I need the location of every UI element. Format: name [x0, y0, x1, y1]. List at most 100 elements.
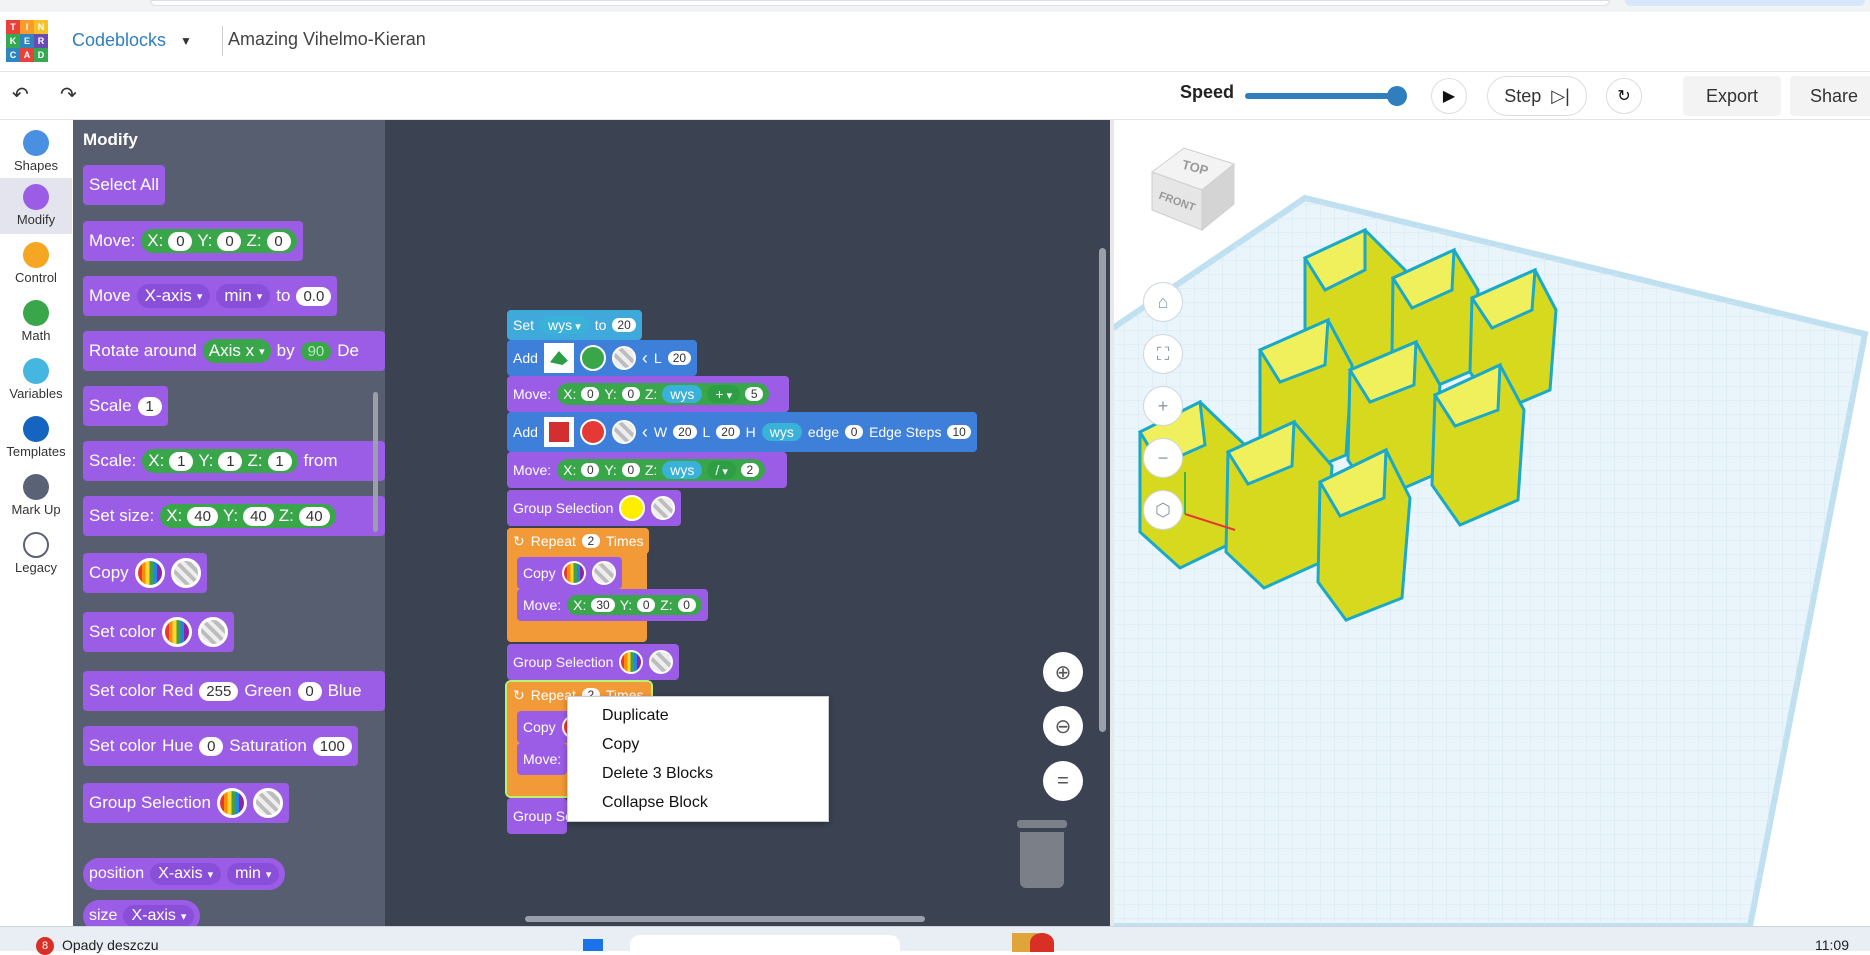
z-input[interactable]: 0: [677, 598, 696, 612]
hole-swatch-icon[interactable]: [198, 617, 229, 647]
reset-button[interactable]: ↻: [1606, 78, 1642, 114]
axis-dropdown[interactable]: X-axis: [150, 863, 222, 885]
x-input[interactable]: 0: [168, 231, 193, 251]
zoom-out-button[interactable]: ⊖: [1043, 706, 1083, 746]
axis-dropdown[interactable]: X-axis: [123, 905, 195, 926]
y-input[interactable]: 0: [621, 463, 640, 477]
group-selection-block-1[interactable]: Group Selection: [507, 490, 682, 526]
move-xyz-block[interactable]: Move: X: 0 Y: 0 Z: 0: [83, 221, 303, 261]
play-button[interactable]: ▶: [1431, 78, 1467, 114]
move-axis-block[interactable]: Move X-axis min to 0.0: [83, 276, 338, 316]
hole-swatch-icon[interactable]: [611, 420, 636, 444]
edge-steps-input[interactable]: 10: [947, 425, 971, 439]
x-input[interactable]: 0: [581, 387, 600, 401]
menu-item-duplicate[interactable]: Duplicate: [602, 707, 669, 725]
red-input[interactable]: 255: [199, 681, 239, 701]
set-color-hsv-block[interactable]: Set color Hue 0 Saturation 100: [83, 726, 358, 766]
3d-viewport[interactable]: TOP FRONT ⌂ ⛶ + − ⬡: [1110, 120, 1870, 926]
chevron-left-icon[interactable]: ‹: [642, 348, 648, 369]
y-input[interactable]: 0: [637, 598, 656, 612]
y-input[interactable]: 40: [243, 506, 274, 526]
operand-input[interactable]: 2: [740, 463, 759, 477]
l-input[interactable]: 20: [667, 351, 692, 365]
z-input[interactable]: 1: [267, 451, 292, 471]
color-swatch-icon[interactable]: [216, 788, 247, 818]
angle-input[interactable]: 90: [300, 341, 332, 361]
select-all-block[interactable]: Select All: [83, 165, 165, 205]
redo-icon[interactable]: ↷: [60, 82, 77, 107]
hole-swatch-icon[interactable]: [649, 650, 674, 674]
zoom-out-view-button[interactable]: −: [1143, 438, 1183, 478]
variable-dropdown[interactable]: wys: [540, 316, 589, 334]
trash-icon[interactable]: [1017, 820, 1067, 890]
export-button[interactable]: Export: [1683, 76, 1781, 116]
color-swatch-icon[interactable]: [619, 495, 646, 521]
roof-shape-icon[interactable]: [543, 343, 574, 373]
category-modify[interactable]: Modify: [0, 178, 72, 234]
search-box[interactable]: [630, 935, 900, 952]
move-block-2[interactable]: Move: X: 0 Y: 0 Z: wys / 2: [507, 452, 787, 488]
w-input[interactable]: 20: [673, 425, 697, 439]
y-input[interactable]: 0: [621, 387, 640, 401]
set-size-block[interactable]: Set size: X: 40 Y: 40 Z: 40: [83, 496, 385, 536]
flyout-scrollbar[interactable]: [373, 392, 378, 532]
menu-item-copy[interactable]: Copy: [602, 736, 639, 754]
zoom-in-button[interactable]: ⊕: [1043, 652, 1083, 692]
category-variables[interactable]: Variables: [0, 352, 72, 408]
color-swatch-icon[interactable]: [579, 419, 606, 445]
address-bar[interactable]: [150, 0, 1610, 6]
home-view-button[interactable]: ⌂: [1143, 282, 1183, 322]
step-button[interactable]: Step ▷|: [1487, 76, 1587, 116]
variable-reporter[interactable]: wys: [761, 423, 802, 441]
set-color-rgb-block[interactable]: Set color Red 255 Green 0 Blue: [83, 671, 385, 711]
browser-button[interactable]: [1625, 0, 1865, 6]
z-input[interactable]: 0: [266, 231, 291, 251]
x-input[interactable]: 30: [591, 598, 615, 612]
undo-icon[interactable]: ↶: [12, 82, 29, 107]
color-swatch-icon[interactable]: [162, 617, 193, 647]
value-input[interactable]: 0.0: [296, 286, 332, 306]
operator-dropdown[interactable]: +: [707, 385, 741, 403]
fit-view-button[interactable]: ⛶: [1143, 334, 1183, 374]
color-swatch-icon[interactable]: [561, 561, 586, 585]
color-swatch-icon[interactable]: [619, 650, 644, 674]
scale-xyz-block[interactable]: Scale: X: 1 Y: 1 Z: 1 from: [83, 441, 385, 481]
chevron-down-icon[interactable]: ▼: [180, 34, 192, 48]
category-templates[interactable]: Templates: [0, 410, 72, 466]
workspace-horizontal-scrollbar[interactable]: [525, 916, 925, 922]
workspace-vertical-scrollbar[interactable]: [1099, 248, 1106, 732]
share-button[interactable]: Share: [1790, 76, 1870, 116]
operand-input[interactable]: 5: [745, 387, 764, 401]
add-box-block[interactable]: Add ‹ W 20 L 20 H wys edge 0 Edge Steps …: [507, 412, 977, 452]
scale-input[interactable]: 1: [137, 396, 162, 416]
design-name[interactable]: Amazing Vihelmo-Kieran: [228, 29, 426, 50]
speed-slider-thumb[interactable]: [1387, 86, 1407, 106]
copy-block[interactable]: Copy: [83, 553, 207, 593]
hole-swatch-icon[interactable]: [611, 346, 636, 370]
perspective-button[interactable]: ⬡: [1143, 490, 1183, 530]
hole-swatch-icon[interactable]: [591, 561, 616, 585]
set-variable-block[interactable]: Set wys to 20: [507, 310, 642, 340]
size-reporter-block[interactable]: size X-axis: [83, 900, 201, 926]
x-input[interactable]: 40: [187, 506, 218, 526]
axis-dropdown[interactable]: X-axis: [136, 284, 211, 308]
view-cube[interactable]: TOP FRONT: [1146, 142, 1242, 234]
color-swatch-icon[interactable]: [579, 345, 606, 371]
value-input[interactable]: 20: [612, 318, 636, 332]
rotate-block[interactable]: Rotate around Axis x by 90 De: [83, 331, 385, 371]
position-reporter-block[interactable]: position X-axis min: [83, 858, 286, 890]
menu-item-delete[interactable]: Delete 3 Blocks: [602, 765, 713, 783]
color-swatch-icon[interactable]: [134, 558, 165, 588]
operator-dropdown[interactable]: /: [707, 461, 736, 479]
x-input[interactable]: 0: [581, 463, 600, 477]
y-input[interactable]: 0: [217, 231, 242, 251]
x-input[interactable]: 1: [169, 451, 194, 471]
box-shape-icon[interactable]: [543, 417, 574, 447]
category-control[interactable]: Control: [0, 236, 72, 292]
hole-swatch-icon[interactable]: [252, 788, 283, 818]
copy-block-1[interactable]: Copy: [517, 557, 622, 589]
saturation-input[interactable]: 100: [312, 736, 352, 756]
variable-reporter[interactable]: wys: [662, 385, 703, 403]
tinkercad-logo[interactable]: T I N K E R C A D: [6, 20, 48, 62]
category-math[interactable]: Math: [0, 294, 72, 350]
